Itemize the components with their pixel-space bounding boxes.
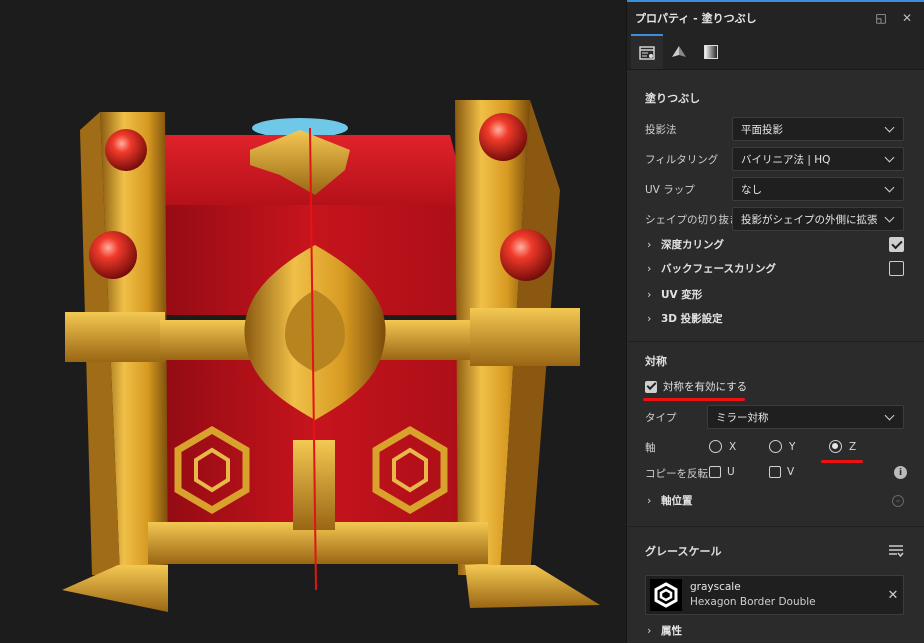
chevron-down-icon bbox=[885, 124, 895, 134]
viewport-3d[interactable] bbox=[0, 0, 626, 643]
radio-circle bbox=[709, 440, 722, 453]
gradient-icon bbox=[704, 44, 718, 59]
axis-x-radio[interactable]: X bbox=[709, 440, 736, 453]
panel-title: プロパティ - 塗りつぶし bbox=[635, 12, 757, 25]
depth-culling-label: 深度カリング bbox=[661, 239, 724, 251]
uv-wrap-value: なし bbox=[741, 183, 762, 196]
projection-select[interactable]: 平面投影 bbox=[732, 117, 904, 141]
grayscale-section-title: グレースケール bbox=[645, 545, 722, 558]
axis-y-label: Y bbox=[789, 440, 796, 453]
chevron-down-icon bbox=[885, 154, 895, 164]
chevron-down-icon bbox=[885, 184, 895, 194]
shape-crop-select[interactable]: 投影がシェイプの外側に拡張 bbox=[732, 207, 904, 231]
chevron-right-icon: › bbox=[647, 238, 652, 251]
uv-transform-label: UV 変形 bbox=[661, 289, 703, 301]
axis-label: 軸 bbox=[645, 442, 656, 454]
tab-projection[interactable] bbox=[663, 34, 695, 69]
radio-circle bbox=[769, 440, 782, 453]
axis-x-label: X bbox=[729, 440, 737, 453]
depth-culling-expander[interactable]: › 深度カリング bbox=[647, 237, 904, 252]
depth-culling-checkbox[interactable] bbox=[889, 237, 904, 252]
hexagon-icon bbox=[654, 582, 678, 608]
section-divider bbox=[627, 526, 924, 527]
section-divider bbox=[627, 341, 924, 342]
annotation-underline bbox=[643, 398, 745, 401]
texture-subtitle: Hexagon Border Double bbox=[690, 596, 816, 608]
shape-crop-label: シェイプの切り抜き bbox=[645, 213, 740, 226]
projection-label: 投影法 bbox=[645, 123, 677, 136]
properties-panel: プロパティ - 塗りつぶし ◱ ✕ 塗りつぶし 投影法 平面投影 フィルタリング… bbox=[626, 0, 924, 643]
tab-grayscale[interactable] bbox=[695, 34, 727, 69]
texture-info: grayscale Hexagon Border Double bbox=[690, 580, 883, 610]
texture-name: grayscale bbox=[690, 581, 741, 593]
attributes-label: 属性 bbox=[661, 625, 682, 637]
attributes-expander[interactable]: › 属性 bbox=[647, 623, 904, 638]
remove-texture-icon[interactable]: ✕ bbox=[883, 588, 903, 603]
symmetry-type-select[interactable]: ミラー対称 bbox=[707, 405, 904, 429]
invert-u-toggle[interactable]: U bbox=[709, 466, 735, 478]
filtering-value: バイリニア法 | HQ bbox=[741, 153, 831, 166]
shape-crop-value: 投影がシェイプの外側に拡張 bbox=[741, 213, 878, 226]
texture-slot[interactable]: grayscale Hexagon Border Double ✕ bbox=[645, 575, 904, 615]
symmetry-type-value: ミラー対称 bbox=[716, 411, 769, 424]
annotation-underline bbox=[821, 460, 863, 463]
projection-3d-expander[interactable]: › 3D 投影設定 bbox=[647, 311, 904, 326]
filter-list-icon[interactable] bbox=[888, 544, 904, 558]
backface-culling-checkbox[interactable] bbox=[889, 261, 904, 276]
close-icon[interactable]: ✕ bbox=[898, 9, 916, 27]
chevron-right-icon: › bbox=[647, 288, 652, 301]
invert-u-checkbox[interactable] bbox=[709, 466, 721, 478]
axis-row: 軸 X Y Z bbox=[645, 440, 905, 454]
fill-section-title: 塗りつぶし bbox=[645, 92, 701, 105]
invert-v-checkbox[interactable] bbox=[769, 466, 781, 478]
uv-transform-expander[interactable]: › UV 変形 bbox=[647, 287, 904, 302]
chevron-right-icon: › bbox=[647, 262, 652, 275]
projection-3d-label: 3D 投影設定 bbox=[661, 313, 723, 325]
radio-circle bbox=[829, 440, 842, 453]
invert-copy-row: コピーを反転 U V i bbox=[645, 465, 907, 481]
symmetry-enable-label: 対称を有効にする bbox=[663, 381, 748, 393]
symmetry-type-label: タイプ bbox=[645, 411, 677, 424]
chevron-right-icon: › bbox=[647, 312, 652, 325]
filtering-row: フィルタリング バイリニア法 | HQ bbox=[645, 147, 904, 171]
texture-thumbnail bbox=[650, 579, 682, 611]
axis-position-label: 軸位置 bbox=[661, 495, 693, 507]
invert-v-label: V bbox=[787, 466, 795, 478]
grayscale-header: グレースケール bbox=[645, 543, 904, 559]
reset-icon[interactable]: – bbox=[892, 494, 904, 507]
axis-y-radio[interactable]: Y bbox=[769, 440, 795, 453]
backface-culling-expander[interactable]: › バックフェースカリング bbox=[647, 261, 904, 276]
symmetry-enable-row[interactable]: 対称を有効にする bbox=[645, 379, 747, 394]
backface-culling-label: バックフェースカリング bbox=[661, 263, 776, 275]
projection-value: 平面投影 bbox=[741, 123, 783, 136]
invert-v-toggle[interactable]: V bbox=[769, 466, 794, 478]
panel-tabs bbox=[627, 34, 924, 70]
panel-titlebar: プロパティ - 塗りつぶし ◱ ✕ bbox=[627, 0, 924, 34]
axis-z-radio[interactable]: Z bbox=[829, 440, 856, 453]
uv-wrap-select[interactable]: なし bbox=[732, 177, 904, 201]
invert-copy-label: コピーを反転 bbox=[645, 468, 708, 480]
info-icon[interactable]: i bbox=[894, 466, 907, 479]
shape-crop-row: シェイプの切り抜き 投影がシェイプの外側に拡張 bbox=[645, 207, 904, 231]
tab-properties[interactable] bbox=[631, 34, 663, 69]
symmetry-type-row: タイプ ミラー対称 bbox=[645, 405, 904, 429]
symmetry-section-title: 対称 bbox=[645, 355, 667, 368]
chevron-right-icon: › bbox=[647, 494, 652, 507]
properties-icon bbox=[639, 45, 655, 60]
chevron-right-icon: › bbox=[647, 624, 652, 637]
chevron-down-icon bbox=[885, 412, 895, 422]
uv-wrap-row: UV ラップ なし bbox=[645, 177, 904, 201]
treasure-chest-render bbox=[62, 100, 600, 612]
chevron-down-icon bbox=[885, 214, 895, 224]
projection-icon bbox=[672, 45, 686, 57]
invert-u-label: U bbox=[727, 466, 735, 478]
axis-z-label: Z bbox=[849, 440, 857, 453]
filtering-label: フィルタリング bbox=[645, 153, 719, 166]
filtering-select[interactable]: バイリニア法 | HQ bbox=[732, 147, 904, 171]
uv-wrap-label: UV ラップ bbox=[645, 183, 695, 196]
undock-icon[interactable]: ◱ bbox=[872, 9, 890, 27]
symmetry-enable-checkbox[interactable] bbox=[645, 380, 657, 393]
projection-row: 投影法 平面投影 bbox=[645, 117, 904, 141]
axis-position-expander[interactable]: › 軸位置 – bbox=[647, 493, 904, 508]
